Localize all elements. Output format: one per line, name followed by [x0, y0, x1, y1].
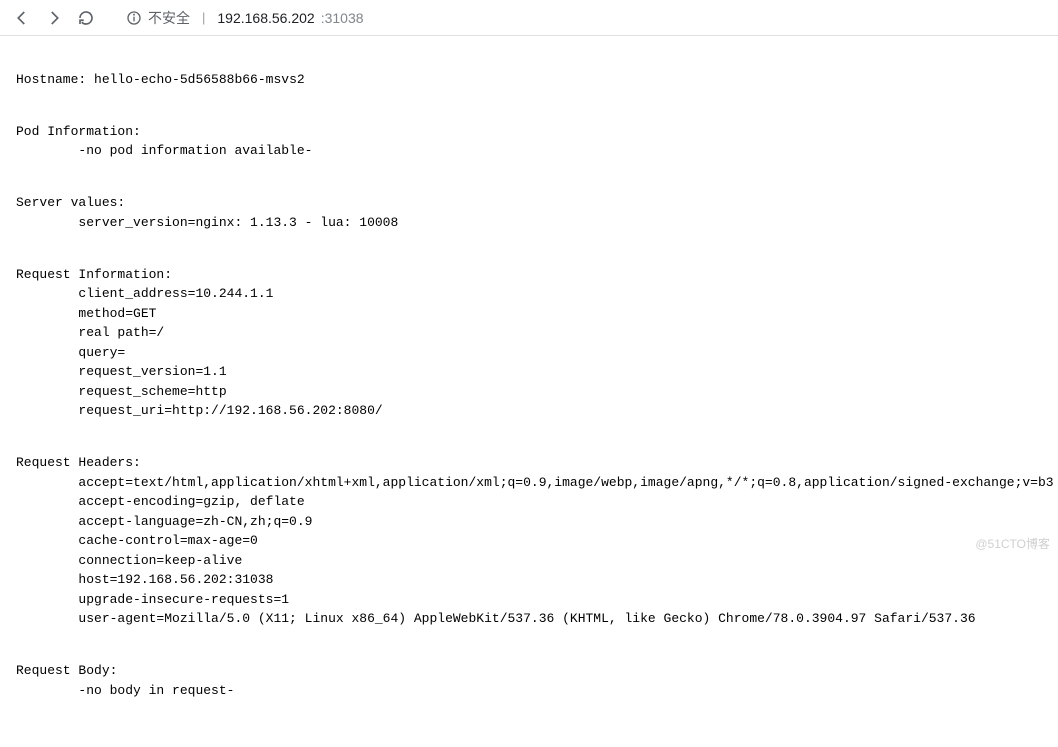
server-values-value: server_version=nginx: 1.13.3 - lua: 1000…	[78, 215, 398, 230]
server-values-label: Server values:	[16, 195, 125, 210]
request-info-line: request_scheme=http	[78, 384, 226, 399]
arrow-left-icon	[13, 9, 31, 27]
request-info-line: method=GET	[78, 306, 156, 321]
request-body-section: Request Body: -no body in request-	[16, 661, 1042, 700]
request-headers-line: accept-language=zh-CN,zh;q=0.9	[78, 514, 312, 529]
request-headers-label: Request Headers:	[16, 455, 141, 470]
browser-toolbar: 不安全 | 192.168.56.202 :31038	[0, 0, 1058, 36]
hostname-value: hello-echo-5d56588b66-msvs2	[94, 72, 305, 87]
request-body-label: Request Body:	[16, 663, 117, 678]
reload-icon	[77, 9, 95, 27]
pod-info-value: -no pod information available-	[78, 143, 312, 158]
request-headers-line: cache-control=max-age=0	[78, 533, 257, 548]
info-icon	[126, 10, 142, 26]
pod-info-label: Pod Information:	[16, 124, 141, 139]
pod-info-section: Pod Information: -no pod information ava…	[16, 122, 1042, 161]
request-headers-line: host=192.168.56.202:31038	[78, 572, 273, 587]
request-info-line: query=	[78, 345, 125, 360]
request-headers-line: user-agent=Mozilla/5.0 (X11; Linux x86_6…	[78, 611, 975, 626]
request-info-label: Request Information:	[16, 267, 172, 282]
request-headers-line: upgrade-insecure-requests=1	[78, 592, 289, 607]
address-divider: |	[202, 10, 205, 25]
request-info-line: request_version=1.1	[78, 364, 226, 379]
watermark: @51CTO博客	[975, 535, 1050, 552]
address-bar[interactable]: 不安全 | 192.168.56.202 :31038	[116, 4, 1050, 32]
request-info-line: client_address=10.244.1.1	[78, 286, 273, 301]
hostname-section: Hostname: hello-echo-5d56588b66-msvs2	[16, 70, 1042, 90]
request-headers-line: connection=keep-alive	[78, 553, 242, 568]
url-port: :31038	[321, 10, 364, 26]
request-info-section: Request Information: client_address=10.2…	[16, 265, 1042, 421]
request-headers-line: accept=text/html,application/xhtml+xml,a…	[78, 475, 1053, 490]
page-content: Hostname: hello-echo-5d56588b66-msvs2 Po…	[0, 36, 1058, 747]
hostname-label: Hostname:	[16, 72, 86, 87]
request-info-line: real path=/	[78, 325, 164, 340]
request-body-value: -no body in request-	[78, 683, 234, 698]
arrow-right-icon	[45, 9, 63, 27]
request-info-line: request_uri=http://192.168.56.202:8080/	[78, 403, 382, 418]
server-values-section: Server values: server_version=nginx: 1.1…	[16, 193, 1042, 232]
back-button[interactable]	[8, 4, 36, 32]
reload-button[interactable]	[72, 4, 100, 32]
url-host: 192.168.56.202	[217, 10, 314, 26]
request-headers-section: Request Headers: accept=text/html,applic…	[16, 453, 1042, 629]
request-headers-line: accept-encoding=gzip, deflate	[78, 494, 304, 509]
forward-button[interactable]	[40, 4, 68, 32]
security-label: 不安全	[148, 8, 190, 28]
